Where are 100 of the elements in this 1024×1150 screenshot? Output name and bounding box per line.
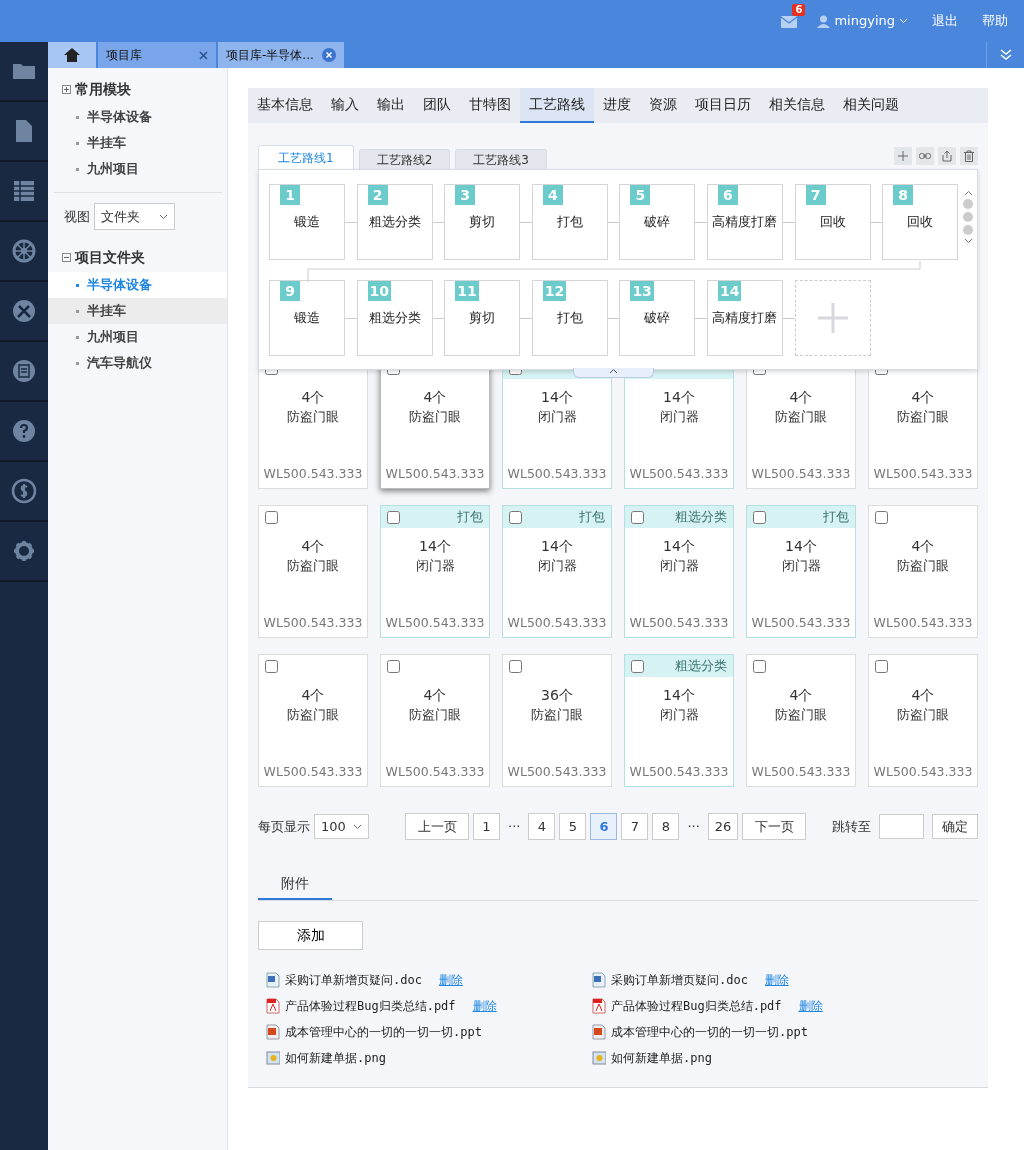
tree-item[interactable]: 九州项目	[48, 324, 227, 350]
toolbar-button[interactable]	[960, 147, 978, 165]
nav-tab[interactable]: 进度	[594, 88, 640, 123]
delete-link[interactable]: 删除	[798, 997, 823, 1015]
item-card[interactable]: 4个 防盗门眼 WL500.543.333	[868, 505, 978, 638]
item-card[interactable]: 4个 防盗门眼 WL500.543.333	[258, 505, 368, 638]
file-name[interactable]: 成本管理中心的一切的一切一切.ppt	[611, 1023, 808, 1041]
checkbox[interactable]	[387, 659, 400, 673]
process-step[interactable]: 6 高精度打磨	[706, 184, 783, 260]
route-tab[interactable]: 工艺路线1	[258, 145, 354, 169]
tree-item[interactable]: 九州项目	[48, 156, 227, 182]
process-step[interactable]: 12 打包	[531, 280, 608, 356]
header-link[interactable]: 退出	[932, 11, 958, 31]
process-step[interactable]: 1 锻造	[269, 184, 345, 260]
tree-item[interactable]: 半挂车	[48, 298, 227, 324]
attachments-tab[interactable]: 附件	[258, 873, 332, 900]
route-tab[interactable]: 工艺路线2	[358, 149, 451, 169]
process-step[interactable]: 2 粗选分类	[356, 184, 433, 260]
tree-item[interactable]: 半挂车	[48, 130, 227, 156]
file-name[interactable]: 采购订单新增页疑问.doc	[285, 971, 422, 989]
previous-page-button[interactable]: 上一页	[405, 813, 469, 840]
tools-icon[interactable]	[11, 298, 37, 324]
checkbox[interactable]	[631, 659, 644, 673]
settings-icon[interactable]	[11, 538, 37, 564]
nav-tab[interactable]: 工艺路线	[520, 88, 594, 123]
checkbox[interactable]	[509, 510, 522, 524]
close-icon[interactable]	[321, 48, 336, 62]
collapse-icon[interactable]	[62, 252, 71, 262]
page-dot-icon[interactable]	[963, 199, 973, 209]
checkbox[interactable]	[265, 510, 278, 524]
header-link[interactable]: 帮助	[982, 11, 1008, 31]
delete-link[interactable]: 删除	[472, 997, 497, 1015]
nav-tab[interactable]: 基本信息	[248, 88, 322, 123]
process-step[interactable]: 3 剪切	[444, 184, 521, 260]
mail-icon[interactable]	[781, 15, 798, 28]
page-button[interactable]: 1	[473, 813, 500, 840]
confirm-button[interactable]: 确定	[932, 814, 978, 839]
item-card[interactable]: 打包 14个 闭门器 WL500.543.333	[746, 505, 856, 638]
close-icon[interactable]	[199, 50, 208, 60]
checkbox[interactable]	[753, 510, 766, 524]
next-page-button[interactable]: 下一页	[742, 813, 807, 840]
item-card[interactable]: 粗选分类 14个 闭门器 WL500.543.333	[624, 654, 734, 787]
process-step[interactable]: 10 粗选分类	[356, 280, 433, 356]
tree-item[interactable]: 汽车导航仪	[48, 350, 227, 376]
process-step[interactable]: 5 破碎	[619, 184, 696, 260]
wheel-icon[interactable]	[11, 238, 37, 264]
checkbox[interactable]	[387, 510, 400, 524]
toolbar-button[interactable]	[916, 147, 934, 165]
per-page-select[interactable]: 100	[314, 814, 369, 839]
checkbox[interactable]	[265, 659, 278, 673]
up-icon[interactable]	[963, 190, 973, 196]
page-tab[interactable]: 项目库-半导体...	[218, 42, 344, 68]
tree-item[interactable]: 半导体设备	[48, 272, 227, 298]
nav-tab[interactable]: 相关信息	[760, 88, 834, 123]
nav-tab[interactable]: 项目日历	[686, 88, 760, 123]
item-card[interactable]: 打包 14个 闭门器 WL500.543.333	[502, 505, 612, 638]
page-button[interactable]: 6	[590, 813, 618, 840]
process-step[interactable]: 9 锻造	[269, 280, 345, 356]
help-icon[interactable]	[11, 418, 37, 444]
process-step[interactable]: 14 高精度打磨	[706, 280, 783, 356]
nav-tab[interactable]: 输入	[322, 88, 368, 123]
down-icon[interactable]	[963, 238, 973, 244]
delete-link[interactable]: 删除	[438, 971, 463, 989]
page-button[interactable]: 26	[707, 813, 739, 840]
process-step[interactable]: 8 回收	[882, 184, 959, 260]
page-tab[interactable]: 项目库	[98, 42, 216, 68]
item-card[interactable]: 4个 防盗门眼 WL500.543.333	[746, 654, 856, 787]
item-card[interactable]: 4个 防盗门眼 WL500.543.333	[868, 654, 978, 787]
process-step[interactable]: 4 打包	[531, 184, 608, 260]
file-name[interactable]: 产品体验过程Bug归类总结.pdf	[611, 997, 782, 1015]
file-name[interactable]: 产品体验过程Bug归类总结.pdf	[285, 997, 456, 1015]
process-step[interactable]: 7 回收	[794, 184, 871, 260]
nav-tab[interactable]: 甘特图	[460, 88, 520, 123]
route-tab[interactable]: 工艺路线3	[455, 149, 547, 169]
item-card[interactable]: 粗选分类 14个 闭门器 WL500.543.333	[624, 505, 734, 638]
item-card[interactable]: 4个 防盗门眼 WL500.543.333	[258, 654, 368, 787]
checkbox[interactable]	[631, 510, 644, 524]
list-icon[interactable]	[11, 358, 37, 384]
page-button[interactable]: 4	[528, 813, 556, 840]
item-card[interactable]: 4个 防盗门眼 WL500.543.333	[380, 654, 490, 787]
nav-tab[interactable]: 资源	[640, 88, 686, 123]
process-step[interactable]: 13 破碎	[619, 280, 696, 356]
page-input[interactable]	[879, 814, 924, 839]
page-dot-icon[interactable]	[963, 225, 973, 235]
nav-tab[interactable]: 输出	[368, 88, 414, 123]
home-tab[interactable]	[48, 42, 96, 68]
view-select[interactable]: 文件夹	[94, 203, 175, 230]
file-name[interactable]: 成本管理中心的一切的一切一切.ppt	[285, 1023, 482, 1041]
checkbox[interactable]	[875, 659, 888, 673]
checkbox[interactable]	[875, 510, 888, 524]
collapse-handle[interactable]	[573, 368, 654, 378]
table-icon[interactable]	[11, 178, 37, 204]
item-card[interactable]: 打包 14个 闭门器 WL500.543.333	[380, 505, 490, 638]
file-name[interactable]: 如何新建单据.png	[285, 1049, 386, 1067]
delete-link[interactable]: 删除	[764, 971, 789, 989]
dollar-icon[interactable]	[11, 478, 37, 504]
add-button[interactable]: 添加	[258, 921, 363, 950]
expand-icon[interactable]	[62, 84, 71, 94]
page-button[interactable]: 8	[652, 813, 680, 840]
nav-tab[interactable]: 相关问题	[834, 88, 908, 123]
